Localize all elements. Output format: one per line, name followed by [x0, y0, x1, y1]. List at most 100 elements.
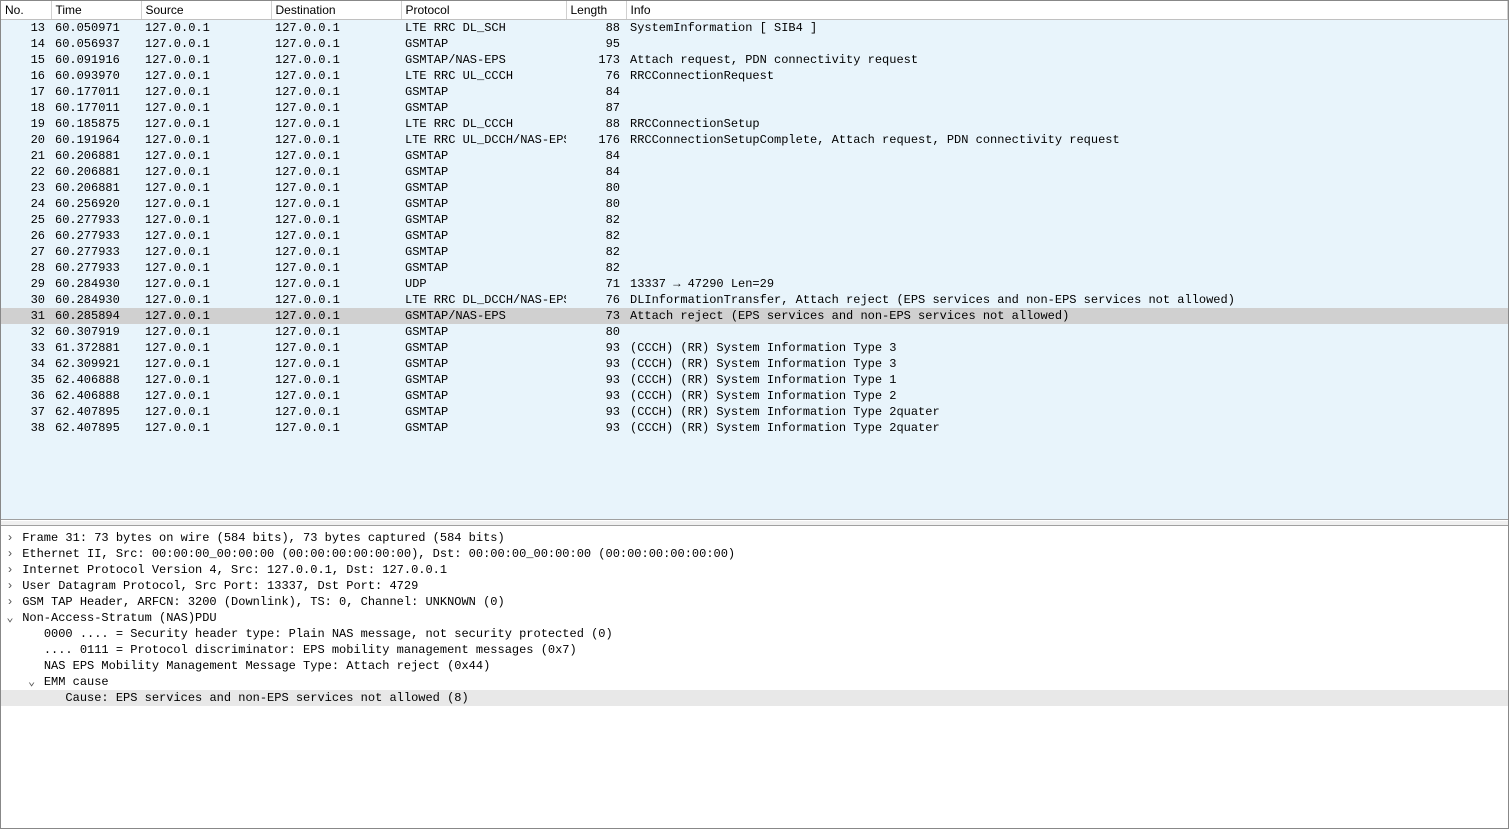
- detail-text: Non-Access-Stratum (NAS)PDU: [22, 611, 216, 625]
- table-row[interactable]: 2960.284930127.0.0.1127.0.0.1UDP7113337 …: [1, 276, 1508, 292]
- cell-proto: GSMTAP: [401, 244, 566, 260]
- table-row[interactable]: 1660.093970127.0.0.1127.0.0.1LTE RRC UL_…: [1, 68, 1508, 84]
- cell-length: 82: [566, 228, 626, 244]
- cell-proto: LTE RRC DL_DCCH/NAS-EPS: [401, 292, 566, 308]
- detail-text: EMM cause: [44, 675, 109, 689]
- tree-spacer: [27, 642, 37, 658]
- cell-dest: 127.0.0.1: [271, 420, 401, 436]
- cell-proto: GSMTAP: [401, 388, 566, 404]
- cell-no: 27: [1, 244, 51, 260]
- detail-line[interactable]: 0000 .... = Security header type: Plain …: [1, 626, 1508, 642]
- detail-line[interactable]: › Frame 31: 73 bytes on wire (584 bits),…: [1, 530, 1508, 546]
- cell-source: 127.0.0.1: [141, 68, 271, 84]
- cell-no: 15: [1, 52, 51, 68]
- table-row[interactable]: 3662.406888127.0.0.1127.0.0.1GSMTAP93(CC…: [1, 388, 1508, 404]
- table-row[interactable]: 1860.177011127.0.0.1127.0.0.1GSMTAP87: [1, 100, 1508, 116]
- tree-spacer: [27, 626, 37, 642]
- cell-info: (CCCH) (RR) System Information Type 2qua…: [626, 420, 1508, 436]
- cell-no: 32: [1, 324, 51, 340]
- table-row[interactable]: 3361.372881127.0.0.1127.0.0.1GSMTAP93(CC…: [1, 340, 1508, 356]
- table-row[interactable]: 2760.277933127.0.0.1127.0.0.1GSMTAP82: [1, 244, 1508, 260]
- cell-time: 60.307919: [51, 324, 141, 340]
- table-row[interactable]: 3462.309921127.0.0.1127.0.0.1GSMTAP93(CC…: [1, 356, 1508, 372]
- detail-line[interactable]: › User Datagram Protocol, Src Port: 1333…: [1, 578, 1508, 594]
- chevron-down-icon[interactable]: ⌄: [5, 610, 15, 626]
- col-header-no[interactable]: No.: [1, 1, 51, 20]
- detail-line[interactable]: › Ethernet II, Src: 00:00:00_00:00:00 (0…: [1, 546, 1508, 562]
- cell-dest: 127.0.0.1: [271, 132, 401, 148]
- cell-info: RRCConnectionRequest: [626, 68, 1508, 84]
- col-header-source[interactable]: Source: [141, 1, 271, 20]
- table-row[interactable]: 2660.277933127.0.0.1127.0.0.1GSMTAP82: [1, 228, 1508, 244]
- table-row[interactable]: 3862.407895127.0.0.1127.0.0.1GSMTAP93(CC…: [1, 420, 1508, 436]
- chevron-right-icon[interactable]: ›: [5, 562, 15, 578]
- cell-length: 84: [566, 84, 626, 100]
- chevron-right-icon[interactable]: ›: [5, 530, 15, 546]
- cell-dest: 127.0.0.1: [271, 100, 401, 116]
- detail-line[interactable]: .... 0111 = Protocol discriminator: EPS …: [1, 642, 1508, 658]
- cell-source: 127.0.0.1: [141, 36, 271, 52]
- chevron-right-icon[interactable]: ›: [5, 546, 15, 562]
- table-row[interactable]: 3160.285894127.0.0.1127.0.0.1GSMTAP/NAS-…: [1, 308, 1508, 324]
- cell-time: 60.206881: [51, 180, 141, 196]
- table-row[interactable]: 2860.277933127.0.0.1127.0.0.1GSMTAP82: [1, 260, 1508, 276]
- cell-source: 127.0.0.1: [141, 260, 271, 276]
- cell-no: 33: [1, 340, 51, 356]
- table-row[interactable]: 1960.185875127.0.0.1127.0.0.1LTE RRC DL_…: [1, 116, 1508, 132]
- col-header-proto[interactable]: Protocol: [401, 1, 566, 20]
- table-row[interactable]: 1360.050971127.0.0.1127.0.0.1LTE RRC DL_…: [1, 20, 1508, 37]
- cell-length: 93: [566, 420, 626, 436]
- detail-line[interactable]: NAS EPS Mobility Management Message Type…: [1, 658, 1508, 674]
- chevron-right-icon[interactable]: ›: [5, 578, 15, 594]
- table-row[interactable]: 2460.256920127.0.0.1127.0.0.1GSMTAP80: [1, 196, 1508, 212]
- cell-source: 127.0.0.1: [141, 52, 271, 68]
- col-header-info[interactable]: Info: [626, 1, 1508, 20]
- cell-dest: 127.0.0.1: [271, 52, 401, 68]
- cell-proto: GSMTAP: [401, 372, 566, 388]
- cell-time: 60.206881: [51, 148, 141, 164]
- cell-length: 84: [566, 164, 626, 180]
- cell-dest: 127.0.0.1: [271, 228, 401, 244]
- col-header-time[interactable]: Time: [51, 1, 141, 20]
- table-row[interactable]: 3762.407895127.0.0.1127.0.0.1GSMTAP93(CC…: [1, 404, 1508, 420]
- table-row[interactable]: 3260.307919127.0.0.1127.0.0.1GSMTAP80: [1, 324, 1508, 340]
- cell-time: 60.256920: [51, 196, 141, 212]
- cell-no: 31: [1, 308, 51, 324]
- table-row[interactable]: 3060.284930127.0.0.1127.0.0.1LTE RRC DL_…: [1, 292, 1508, 308]
- table-row[interactable]: 2060.191964127.0.0.1127.0.0.1LTE RRC UL_…: [1, 132, 1508, 148]
- chevron-down-icon[interactable]: ⌄: [27, 674, 37, 690]
- detail-line[interactable]: › Internet Protocol Version 4, Src: 127.…: [1, 562, 1508, 578]
- cell-no: 14: [1, 36, 51, 52]
- detail-line[interactable]: ⌄ Non-Access-Stratum (NAS)PDU: [1, 610, 1508, 626]
- col-header-dest[interactable]: Destination: [271, 1, 401, 20]
- cell-info: Attach request, PDN connectivity request: [626, 52, 1508, 68]
- cell-dest: 127.0.0.1: [271, 196, 401, 212]
- table-row[interactable]: 2560.277933127.0.0.1127.0.0.1GSMTAP82: [1, 212, 1508, 228]
- chevron-right-icon[interactable]: ›: [5, 594, 15, 610]
- cell-length: 80: [566, 180, 626, 196]
- cell-length: 82: [566, 212, 626, 228]
- cell-source: 127.0.0.1: [141, 148, 271, 164]
- detail-line[interactable]: › GSM TAP Header, ARFCN: 3200 (Downlink)…: [1, 594, 1508, 610]
- cell-proto: GSMTAP: [401, 260, 566, 276]
- cell-proto: GSMTAP: [401, 148, 566, 164]
- cell-info: [626, 260, 1508, 276]
- table-row[interactable]: 1560.091916127.0.0.1127.0.0.1GSMTAP/NAS-…: [1, 52, 1508, 68]
- cell-length: 76: [566, 68, 626, 84]
- detail-line[interactable]: Cause: EPS services and non-EPS services…: [1, 690, 1508, 706]
- cell-time: 62.309921: [51, 356, 141, 372]
- packet-table-header-row[interactable]: No. Time Source Destination Protocol Len…: [1, 1, 1508, 20]
- table-row[interactable]: 2160.206881127.0.0.1127.0.0.1GSMTAP84: [1, 148, 1508, 164]
- detail-text: Cause: EPS services and non-EPS services…: [65, 691, 468, 705]
- detail-line[interactable]: ⌄ EMM cause: [1, 674, 1508, 690]
- table-row[interactable]: 1760.177011127.0.0.1127.0.0.1GSMTAP84: [1, 84, 1508, 100]
- table-row[interactable]: 2360.206881127.0.0.1127.0.0.1GSMTAP80: [1, 180, 1508, 196]
- packet-details-pane[interactable]: › Frame 31: 73 bytes on wire (584 bits),…: [1, 526, 1508, 828]
- cell-info: [626, 36, 1508, 52]
- packet-list-pane[interactable]: No. Time Source Destination Protocol Len…: [1, 1, 1508, 520]
- cell-dest: 127.0.0.1: [271, 36, 401, 52]
- col-header-length[interactable]: Length: [566, 1, 626, 20]
- table-row[interactable]: 1460.056937127.0.0.1127.0.0.1GSMTAP95: [1, 36, 1508, 52]
- table-row[interactable]: 3562.406888127.0.0.1127.0.0.1GSMTAP93(CC…: [1, 372, 1508, 388]
- table-row[interactable]: 2260.206881127.0.0.1127.0.0.1GSMTAP84: [1, 164, 1508, 180]
